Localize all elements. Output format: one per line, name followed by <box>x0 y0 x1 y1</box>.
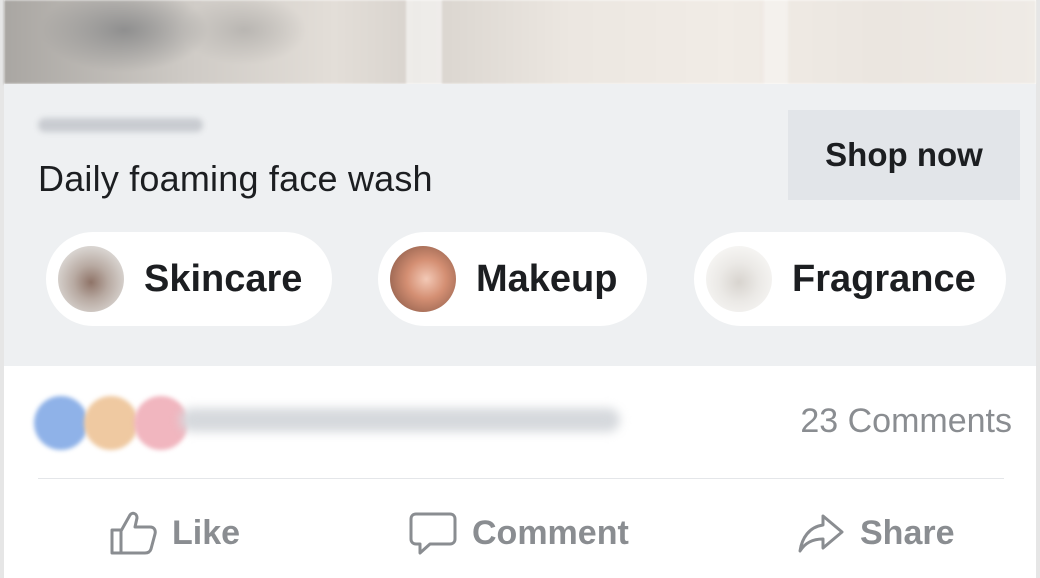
image-highlight <box>764 0 788 84</box>
like-reaction-icon <box>34 396 88 450</box>
product-title: Daily foaming face wash <box>38 158 433 199</box>
fragrance-thumbnail-icon <box>706 246 772 312</box>
ad-post-card: Daily foaming face wash Shop now Skincar… <box>0 0 1040 578</box>
product-image[interactable] <box>4 0 1036 84</box>
share-button[interactable]: Share <box>796 500 955 566</box>
comment-bubble-icon <box>409 512 457 555</box>
makeup-thumbnail-icon <box>390 246 456 312</box>
category-chip-skincare[interactable]: Skincare <box>46 232 333 326</box>
like-label: Like <box>172 513 241 552</box>
sponsor-name-blurred <box>38 118 203 132</box>
skincare-thumbnail-icon <box>58 246 124 312</box>
comment-button[interactable]: Comment <box>408 500 629 566</box>
category-chip-makeup[interactable]: Makeup <box>378 232 648 326</box>
category-chip-fragrance[interactable]: Fragrance <box>694 232 1006 326</box>
image-highlight <box>406 0 442 84</box>
reaction-names-blurred[interactable] <box>180 408 620 432</box>
haha-reaction-icon <box>84 396 138 450</box>
shop-now-button[interactable]: Shop now <box>788 110 1020 200</box>
comments-count-link[interactable]: 23 Comments <box>800 402 1012 441</box>
category-chip-label: Skincare <box>144 257 303 300</box>
like-button[interactable]: Like <box>108 500 240 566</box>
share-label: Share <box>860 513 955 552</box>
category-chip-label: Fragrance <box>792 257 976 300</box>
comment-label: Comment <box>472 513 629 552</box>
divider <box>38 478 1004 479</box>
reaction-icons[interactable] <box>34 396 194 450</box>
category-chip-label: Makeup <box>476 257 618 300</box>
share-arrow-icon <box>798 514 844 553</box>
thumbs-up-icon <box>110 511 157 555</box>
